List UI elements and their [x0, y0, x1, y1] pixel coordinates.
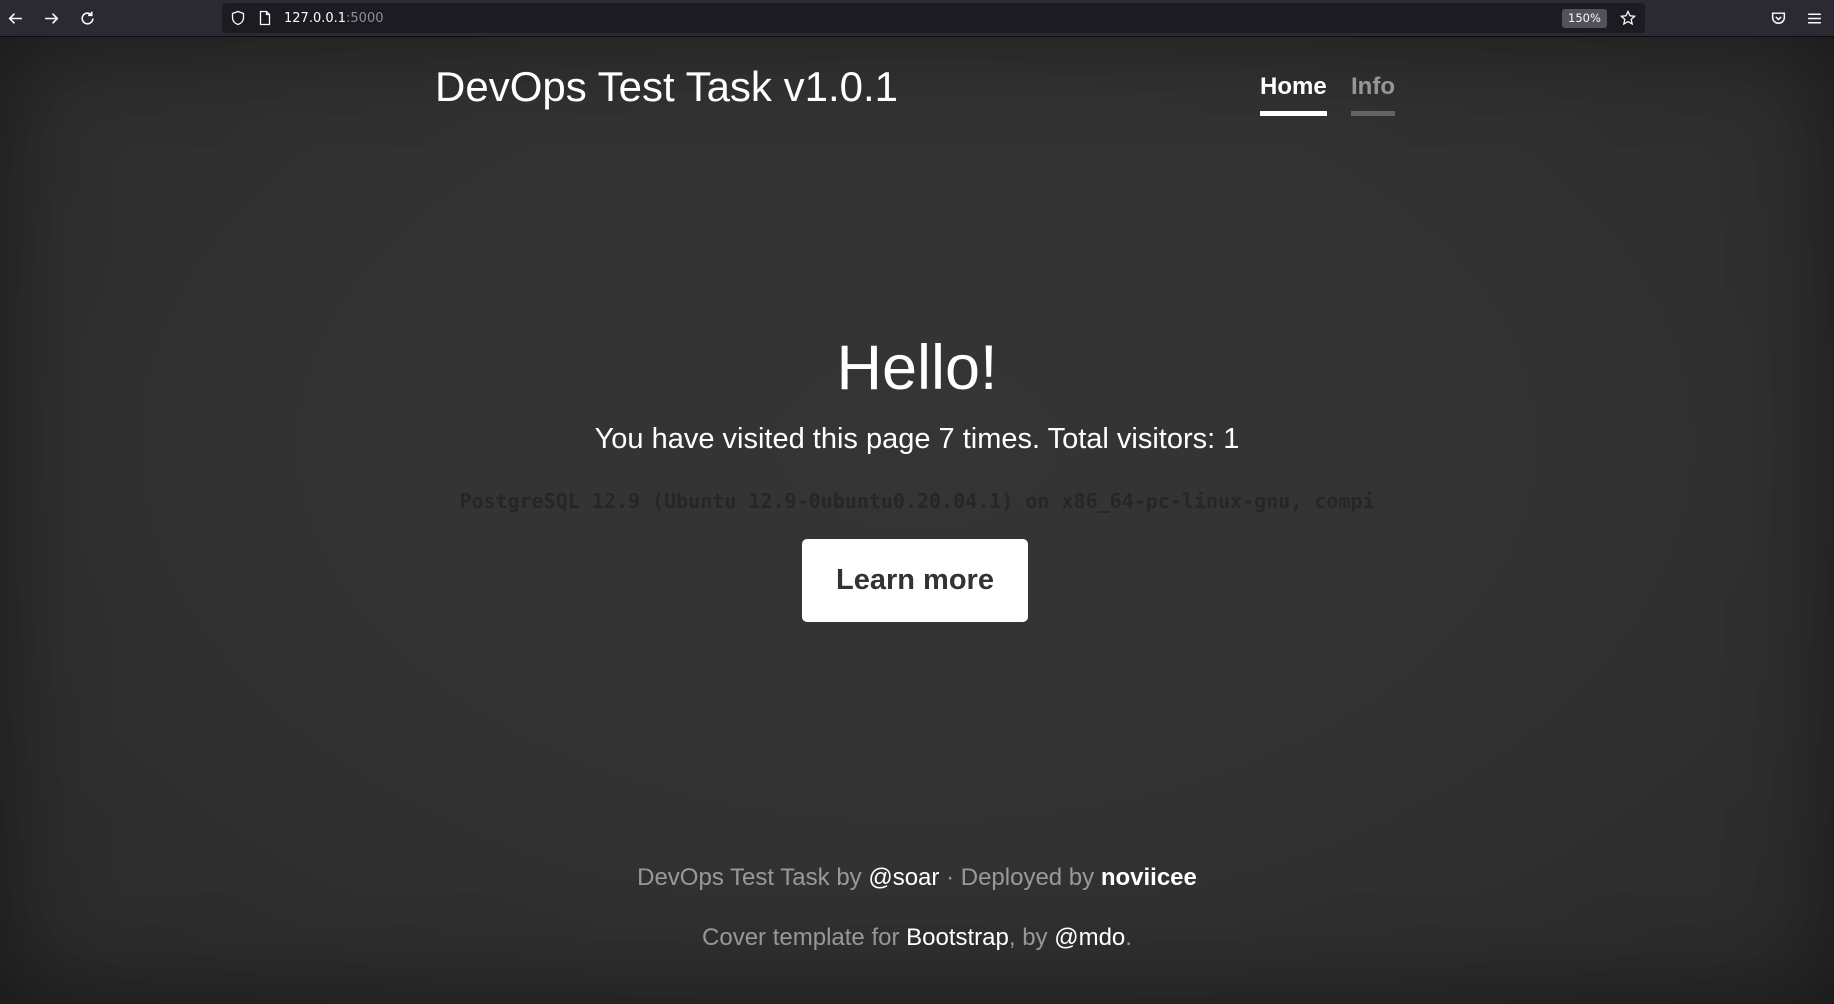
mdo-link[interactable]: @mdo	[1054, 924, 1125, 951]
footer-credits: DevOps Test Task by @soar · Deployed by …	[0, 864, 1834, 892]
footer-deployed-text: · Deployed by	[939, 864, 1101, 891]
footer-period: .	[1125, 924, 1132, 951]
forward-arrow-icon[interactable]	[38, 5, 64, 31]
site-brand: DevOps Test Task v1.0.1	[435, 63, 899, 110]
footer-template-prefix: Cover template for	[702, 924, 907, 951]
bootstrap-link[interactable]: Bootstrap	[906, 924, 1009, 951]
url-port: :5000	[346, 11, 384, 26]
shield-icon[interactable]	[230, 10, 246, 26]
url-text[interactable]: 127.0.0.1:5000	[284, 11, 384, 26]
db-version-text: PostgreSQL 12.9 (Ubuntu 12.9-0ubuntu0.20…	[459, 489, 1375, 513]
browser-toolbar: 127.0.0.1:5000 150%	[0, 0, 1834, 37]
url-bar[interactable]: 127.0.0.1:5000 150%	[222, 3, 1645, 33]
hello-heading: Hello!	[836, 333, 998, 403]
bookmark-star-icon[interactable]	[1619, 9, 1637, 26]
page: DevOps Test Task v1.0.1 Home Info Hello!…	[0, 37, 1834, 1004]
back-arrow-icon[interactable]	[2, 5, 28, 31]
nav-info-link[interactable]: Info	[1351, 73, 1395, 116]
nav-home-link[interactable]: Home	[1260, 73, 1327, 116]
reload-icon[interactable]	[74, 5, 100, 31]
menu-icon[interactable]	[1801, 5, 1827, 31]
author-link[interactable]: @soar	[868, 864, 939, 891]
pocket-icon[interactable]	[1765, 5, 1791, 31]
zoom-level-badge[interactable]: 150%	[1562, 9, 1607, 28]
learn-more-button[interactable]: Learn more	[802, 539, 1028, 622]
url-host: 127.0.0.1	[284, 11, 347, 26]
footer-template-credit: Cover template for Bootstrap, by @mdo.	[0, 924, 1834, 952]
footer-credit-prefix: DevOps Test Task by	[637, 864, 869, 891]
deployer-link[interactable]: noviicee	[1101, 864, 1197, 891]
visit-count-text: You have visited this page 7 times. Tota…	[594, 423, 1240, 455]
page-icon[interactable]	[257, 10, 273, 26]
footer-by-text: , by	[1008, 924, 1055, 951]
